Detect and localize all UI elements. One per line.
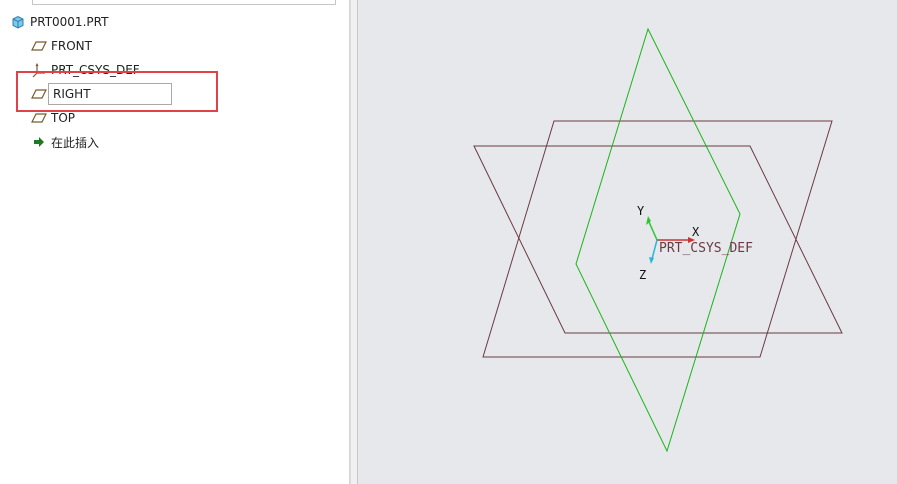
part-name-label: PRT0001.PRT	[30, 15, 109, 29]
datum-plane-icon	[31, 86, 47, 102]
model-tree-panel: PRT0001.PRT FRONT PRT_CSYS_DEF RIGHT TOP…	[0, 0, 350, 484]
app-window: PRT0001.PRT FRONT PRT_CSYS_DEF RIGHT TOP…	[0, 0, 897, 484]
model-viewport: X Y Z PRT_CSYS_DEF	[473, 27, 843, 453]
tree-item-insert-here[interactable]: 在此插入	[31, 132, 99, 152]
datum-plane-top[interactable]	[482, 120, 833, 358]
axis-z-label: Z	[639, 268, 646, 282]
model-tree-search-field[interactable]	[32, 0, 336, 5]
rename-input[interactable]	[48, 83, 172, 105]
axis-x-label: X	[692, 225, 700, 239]
tree-item-part[interactable]: PRT0001.PRT	[10, 12, 108, 32]
tree-item-top[interactable]: TOP	[31, 108, 75, 128]
tree-item-front[interactable]: FRONT	[31, 36, 92, 56]
panel-splitter[interactable]	[350, 0, 358, 484]
tree-item-label: PRT_CSYS_DEF	[51, 63, 140, 77]
datum-plane-icon	[31, 38, 47, 54]
tree-item-label: 在此插入	[51, 135, 100, 150]
y-axis	[648, 221, 658, 241]
insert-here-arrow-icon	[31, 134, 47, 150]
csys-label: PRT_CSYS_DEF	[659, 241, 753, 256]
z-axis	[651, 239, 658, 260]
tree-item-csys[interactable]: PRT_CSYS_DEF	[31, 60, 140, 80]
part-cube-icon	[10, 14, 26, 30]
coordinate-system-icon	[31, 62, 47, 78]
datum-plane-icon	[31, 110, 47, 126]
tree-item-label: FRONT	[51, 39, 92, 53]
graphics-window[interactable]: X Y Z PRT_CSYS_DEF	[358, 0, 897, 484]
axis-y-label: Y	[637, 204, 645, 218]
z-axis-arrow	[649, 257, 654, 264]
csys-triad[interactable]: X Y Z PRT_CSYS_DEF	[637, 204, 753, 282]
tree-item-label: TOP	[51, 111, 76, 125]
